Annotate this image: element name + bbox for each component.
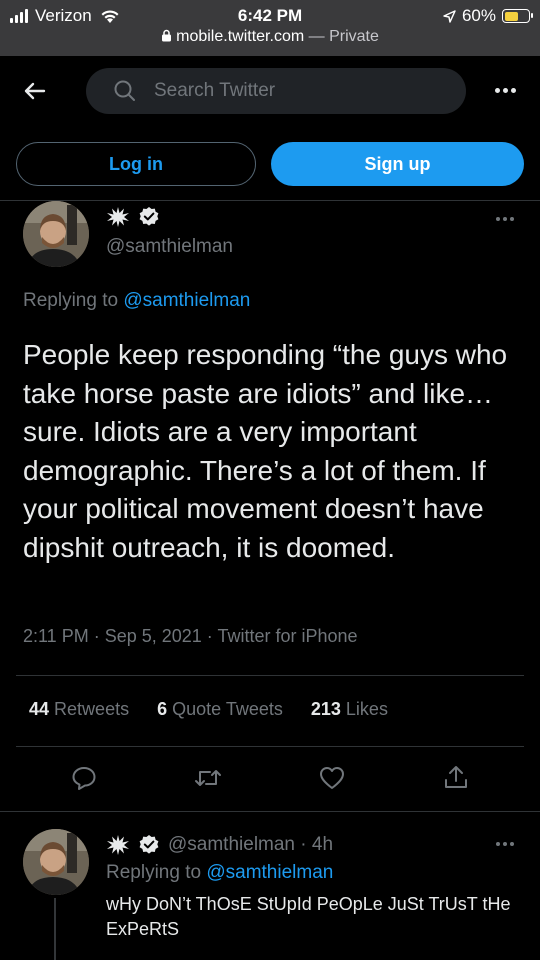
reply-replying-prefix: Replying to xyxy=(106,862,207,883)
retweet-button[interactable] xyxy=(190,760,226,796)
reply-replying-to: Replying to @samthielman xyxy=(106,862,333,884)
share-button[interactable] xyxy=(438,760,474,796)
search-input[interactable] xyxy=(154,80,434,102)
address-bar[interactable]: mobile.twitter.com — Private xyxy=(0,28,540,46)
avatar[interactable] xyxy=(23,201,89,267)
search-box[interactable] xyxy=(86,68,466,114)
retweet-icon xyxy=(195,770,221,786)
battery-percent: 60% xyxy=(461,6,496,25)
signup-button[interactable]: Sign up xyxy=(271,142,524,186)
replying-to: Replying to @samthielman xyxy=(23,290,250,312)
login-button[interactable]: Log in xyxy=(16,142,256,186)
browser-chrome: Verizon 6:42 PM 60% mobile.twitter.com —… xyxy=(0,0,540,56)
battery-icon xyxy=(502,9,533,23)
tweet-more-icon[interactable] xyxy=(496,217,514,221)
location-arrow-icon xyxy=(443,9,456,23)
tweet-timestamp[interactable]: 2:11 PM · Sep 5, 2021 · Twitter for iPho… xyxy=(23,626,358,647)
replying-link[interactable]: @samthielman xyxy=(123,290,250,311)
like-icon xyxy=(320,767,344,789)
divider xyxy=(16,746,524,747)
tweet-handle[interactable]: @samthielman xyxy=(106,236,233,258)
burst-icon xyxy=(107,207,129,227)
thread-line xyxy=(54,898,56,960)
back-arrow-icon[interactable] xyxy=(20,76,50,106)
reply-avatar[interactable] xyxy=(23,829,89,895)
auth-bar: Log in Sign up xyxy=(0,140,540,200)
quotes-count: 6 xyxy=(157,699,168,719)
tweet-actions xyxy=(0,760,540,800)
quotes-label: Quote Tweets xyxy=(172,699,283,719)
reply-header: @samthielman · 4h xyxy=(106,834,333,856)
avatar-photo xyxy=(23,829,89,895)
tweet-stats: 44 Retweets 6 Quote Tweets 213 Likes xyxy=(29,699,388,720)
battery-status: 60% xyxy=(443,6,533,26)
more-icon[interactable] xyxy=(490,80,520,100)
burst-icon xyxy=(107,835,129,855)
reply-handle-time[interactable]: @samthielman · 4h xyxy=(168,834,333,856)
likes-label: Likes xyxy=(345,699,388,719)
likes-stat[interactable]: 213 Likes xyxy=(311,699,388,720)
search-icon xyxy=(114,80,135,101)
reply-text: wHy DoN’t ThOsE StUpId PeOpLe JuSt TrUsT… xyxy=(106,894,511,939)
like-button[interactable] xyxy=(314,760,350,796)
url-text: mobile.twitter.com xyxy=(176,28,305,45)
reply-more-icon[interactable] xyxy=(496,842,514,846)
top-bar xyxy=(0,56,540,126)
share-icon xyxy=(445,766,467,788)
name-badges xyxy=(106,206,160,228)
divider xyxy=(0,200,540,201)
status-bar: Verizon 6:42 PM 60% xyxy=(0,4,540,26)
tweet-text: People keep responding “the guys who tak… xyxy=(23,339,508,563)
avatar-photo xyxy=(23,201,89,267)
lock-icon xyxy=(162,29,172,42)
likes-count: 213 xyxy=(310,699,341,719)
retweets-count: 44 xyxy=(29,699,50,719)
retweets-label: Retweets xyxy=(54,699,130,719)
replying-prefix: Replying to xyxy=(23,290,124,311)
divider xyxy=(0,811,540,812)
private-label: — Private xyxy=(308,28,379,45)
reply-replying-link[interactable]: @samthielman xyxy=(206,862,333,883)
verified-icon xyxy=(139,207,159,226)
retweets-stat[interactable]: 44 Retweets xyxy=(29,699,129,720)
reply-button[interactable] xyxy=(66,760,102,796)
reply-icon xyxy=(72,767,96,790)
verified-icon xyxy=(139,835,159,854)
quotes-stat[interactable]: 6 Quote Tweets xyxy=(157,699,283,720)
divider xyxy=(16,675,524,676)
